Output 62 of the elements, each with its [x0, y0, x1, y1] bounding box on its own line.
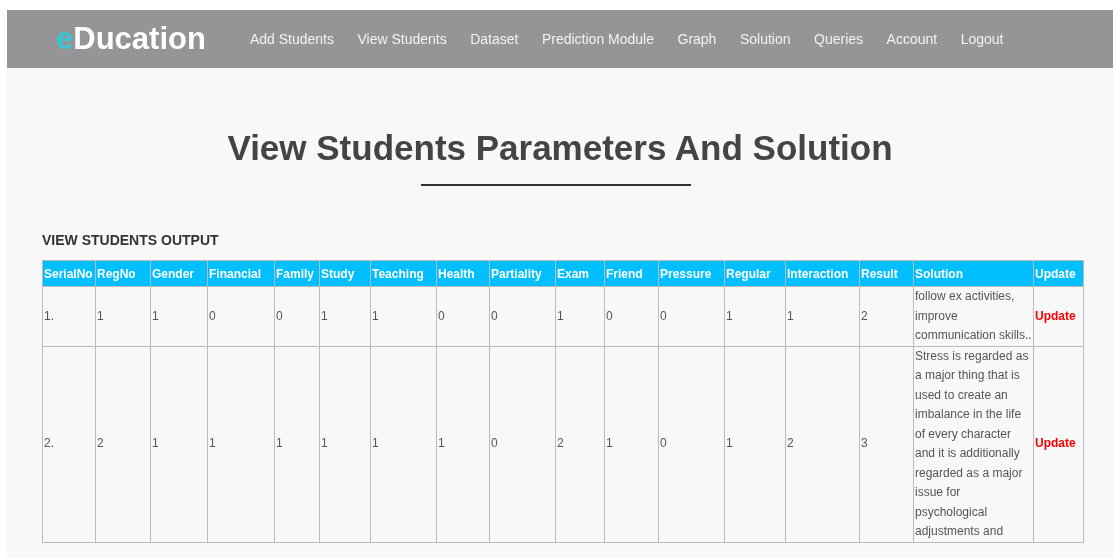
table-cell: 1 — [724, 286, 786, 346]
column-header: Update — [1033, 260, 1084, 287]
table-cell: 2 — [859, 286, 914, 346]
table-cell: follow ex activities, improve communication skills.. — [913, 286, 1034, 346]
table-cell: 0 — [489, 346, 556, 542]
table-cell: 1 — [274, 346, 320, 542]
table-cell: 2. — [42, 346, 96, 542]
table-cell: 1 — [436, 346, 490, 542]
column-header: Result — [859, 260, 914, 287]
logo[interactable]: eDucation — [56, 21, 206, 57]
update-link[interactable]: Update — [1035, 436, 1076, 451]
column-header: Regular — [724, 260, 786, 287]
column-header: Interaction — [785, 260, 860, 287]
table-cell: 1 — [95, 286, 151, 346]
nav-link[interactable]: Solution — [739, 31, 791, 47]
nav-link[interactable]: View Students — [357, 31, 447, 47]
table-cell: 1 — [785, 286, 860, 346]
column-header: Pressure — [658, 260, 725, 287]
table-cell: 1 — [555, 286, 605, 346]
section-heading: VIEW STUDENTS OUTPUT — [42, 232, 220, 248]
table-cell: 1 — [207, 346, 275, 542]
table-cell: 2 — [95, 346, 151, 542]
column-header: Friend — [604, 260, 659, 287]
table-cell: 1. — [42, 286, 96, 346]
table-cell: 2 — [555, 346, 605, 542]
column-header: Family — [274, 260, 320, 287]
table-cell: 0 — [274, 286, 320, 346]
table-cell: 0 — [207, 286, 275, 346]
table-cell: Stress is regarded as a major thing that is used to create an imbalance in the life of every character and it is additionally regarded as a major issue for psychological adjustments and — [913, 346, 1034, 542]
column-header: Study — [319, 260, 371, 287]
column-header: Health — [436, 260, 490, 287]
table-cell: 3 — [859, 346, 914, 542]
table-cell: 0 — [658, 286, 725, 346]
nav-link[interactable]: Add Students — [249, 31, 334, 47]
column-header: Teaching — [370, 260, 437, 287]
page-title: View Students Parameters And Solution — [226, 128, 894, 168]
table-cell: 0 — [604, 286, 659, 346]
table-cell: 1 — [150, 286, 208, 346]
table-cell: 0 — [436, 286, 490, 346]
nav-link[interactable]: Prediction Module — [541, 31, 654, 47]
column-header: Solution — [913, 260, 1034, 287]
nav-link[interactable]: Account — [886, 31, 938, 47]
table-cell: 1 — [604, 346, 659, 542]
table-cell: 1 — [724, 346, 786, 542]
nav-link[interactable]: Dataset — [470, 31, 519, 47]
table-cell: 1 — [319, 286, 371, 346]
column-header: Financial — [207, 260, 275, 287]
nav-link[interactable]: Logout — [960, 31, 1004, 47]
column-header: Exam — [555, 260, 605, 287]
nav-link[interactable]: Queries — [814, 31, 864, 47]
column-header: RegNo — [95, 260, 151, 287]
nav-link[interactable]: Graph — [677, 31, 717, 47]
table-cell: 0 — [658, 346, 725, 542]
column-header: Gender — [150, 260, 208, 287]
table-cell: 1 — [150, 346, 208, 542]
column-header: SerialNo — [42, 260, 96, 287]
table-cell: 2 — [785, 346, 860, 542]
table-cell: 1 — [319, 346, 371, 542]
table-cell: 0 — [489, 286, 556, 346]
table-cell: 1 — [370, 346, 437, 542]
table-cell: 1 — [370, 286, 437, 346]
column-header: Partiality — [489, 260, 556, 287]
